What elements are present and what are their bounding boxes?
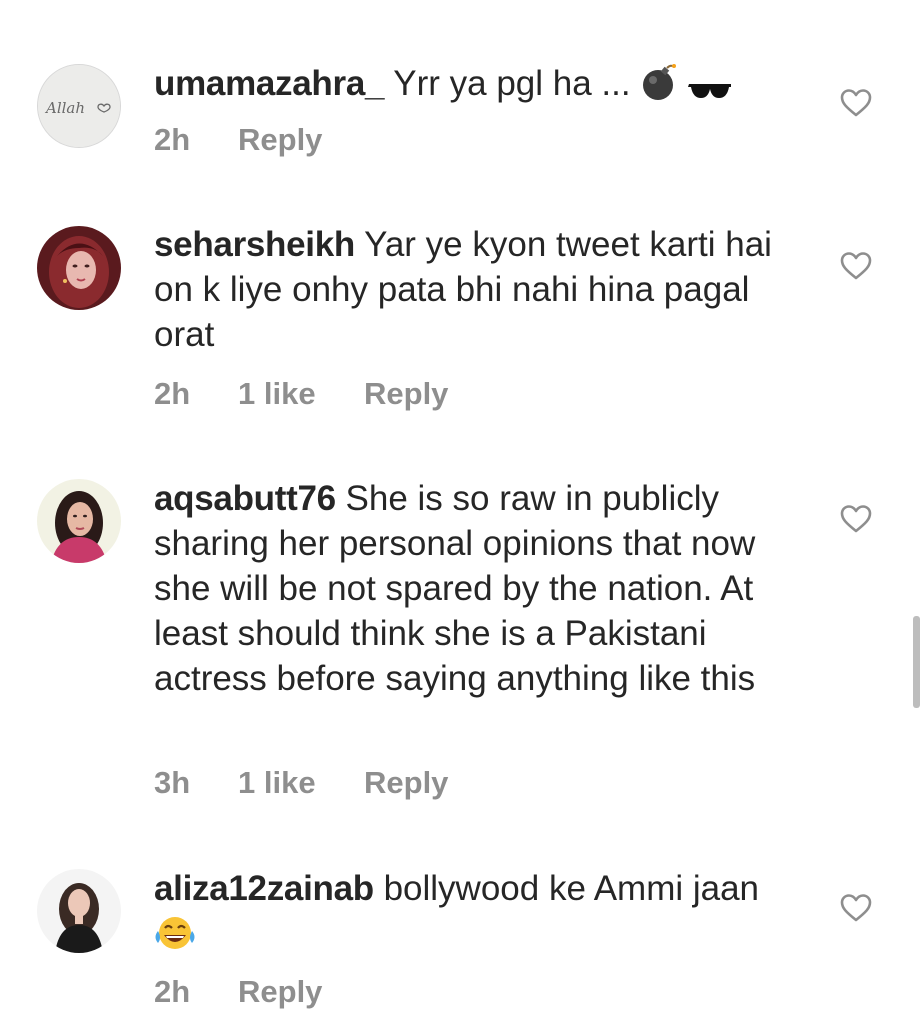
comment-meta: 2h 1 like Reply — [154, 376, 448, 412]
comment-text: aliza12zainab bollywood ke Ammi jaan — [154, 866, 784, 962]
scrollbar[interactable] — [913, 616, 920, 708]
avatar[interactable] — [37, 869, 121, 953]
comment-time: 3h — [154, 765, 191, 800]
comment-body: bollywood ke Ammi jaan — [383, 869, 760, 908]
avatar[interactable]: Allah — [37, 64, 121, 148]
comment-username[interactable]: seharsheikh — [154, 225, 355, 264]
heart-outline-icon[interactable] — [840, 893, 872, 923]
avatar-script-text: Allah — [44, 99, 85, 117]
comment-time: 2h — [154, 974, 191, 1009]
heart-outline-icon[interactable] — [840, 504, 872, 534]
comment-username[interactable]: aqsabutt76 — [154, 479, 336, 518]
like-count[interactable]: 1 like — [238, 376, 364, 412]
reply-button[interactable]: Reply — [364, 376, 448, 412]
avatar-image — [37, 479, 121, 563]
comment-username[interactable]: umamazahra_ — [154, 64, 384, 103]
comment-time: 2h — [154, 122, 191, 157]
heart-outline-icon[interactable] — [840, 251, 872, 281]
comment-text: aqsabutt76 She is so raw in publicly sha… — [154, 476, 784, 701]
avatar-image — [37, 226, 121, 310]
comment-body: Yrr ya pgl ha ... — [393, 64, 631, 103]
comment-text: umamazahra_ Yrr ya pgl ha ... — [154, 61, 784, 112]
comment-meta: 2h Reply — [154, 122, 322, 158]
like-count[interactable]: 1 like — [238, 765, 364, 801]
comment-meta: 2h Reply — [154, 974, 322, 1010]
avatar-image — [37, 869, 121, 953]
tears-of-joy-emoji — [154, 915, 196, 962]
comment-meta: 3h 1 like Reply — [154, 765, 448, 801]
comment-time: 2h — [154, 376, 191, 411]
reply-button[interactable]: Reply — [364, 765, 448, 801]
reply-button[interactable]: Reply — [238, 122, 322, 158]
bomb-emoji — [640, 63, 678, 112]
comment-username[interactable]: aliza12zainab — [154, 869, 374, 908]
comment-text: seharsheikh Yar ye kyon tweet karti hai … — [154, 222, 784, 357]
avatar-image: Allah — [38, 65, 120, 147]
avatar[interactable] — [37, 479, 121, 563]
heart-outline-icon[interactable] — [840, 88, 872, 118]
sunglasses-emoji — [688, 67, 732, 112]
reply-button[interactable]: Reply — [238, 974, 322, 1010]
avatar[interactable] — [37, 226, 121, 310]
